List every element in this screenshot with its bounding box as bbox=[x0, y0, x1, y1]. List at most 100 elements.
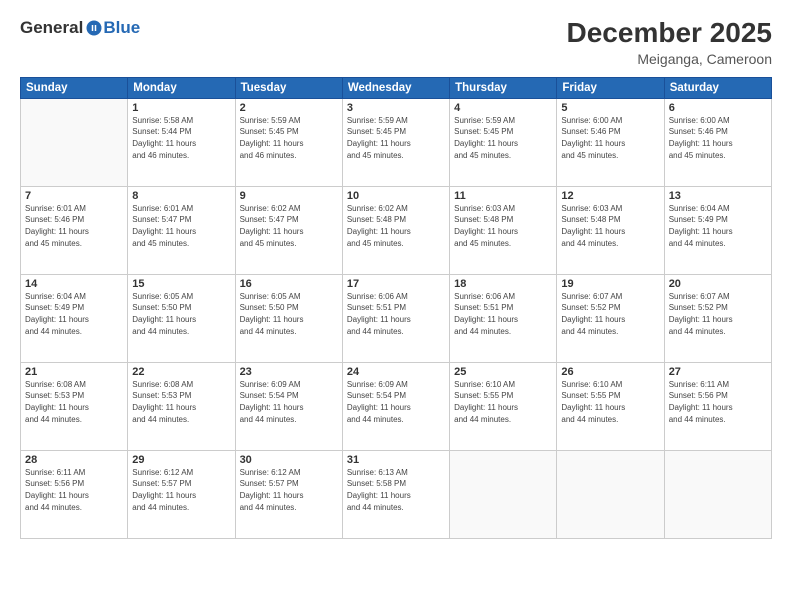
day-number: 23 bbox=[240, 366, 338, 378]
day-cell: 3Sunrise: 5:59 AMSunset: 5:45 PMDaylight… bbox=[342, 98, 449, 186]
day-number: 15 bbox=[132, 278, 230, 290]
day-number: 18 bbox=[454, 278, 552, 290]
day-number: 27 bbox=[669, 366, 767, 378]
day-number: 16 bbox=[240, 278, 338, 290]
day-number: 25 bbox=[454, 366, 552, 378]
day-info: Sunrise: 5:58 AMSunset: 5:44 PMDaylight:… bbox=[132, 115, 230, 161]
day-number: 3 bbox=[347, 102, 445, 114]
day-info: Sunrise: 6:00 AMSunset: 5:46 PMDaylight:… bbox=[561, 115, 659, 161]
day-cell: 19Sunrise: 6:07 AMSunset: 5:52 PMDayligh… bbox=[557, 274, 664, 362]
day-number: 12 bbox=[561, 190, 659, 202]
day-info: Sunrise: 6:01 AMSunset: 5:47 PMDaylight:… bbox=[132, 203, 230, 249]
day-cell: 15Sunrise: 6:05 AMSunset: 5:50 PMDayligh… bbox=[128, 274, 235, 362]
day-cell: 4Sunrise: 5:59 AMSunset: 5:45 PMDaylight… bbox=[450, 98, 557, 186]
day-cell: 27Sunrise: 6:11 AMSunset: 5:56 PMDayligh… bbox=[664, 362, 771, 450]
header: General Blue December 2025 Meiganga, Cam… bbox=[20, 18, 772, 67]
logo-general: General bbox=[20, 18, 83, 38]
day-cell: 13Sunrise: 6:04 AMSunset: 5:49 PMDayligh… bbox=[664, 186, 771, 274]
day-info: Sunrise: 6:02 AMSunset: 5:48 PMDaylight:… bbox=[347, 203, 445, 249]
day-info: Sunrise: 6:08 AMSunset: 5:53 PMDaylight:… bbox=[25, 379, 123, 425]
day-number: 14 bbox=[25, 278, 123, 290]
day-cell bbox=[21, 98, 128, 186]
day-cell: 10Sunrise: 6:02 AMSunset: 5:48 PMDayligh… bbox=[342, 186, 449, 274]
weekday-header-row: SundayMondayTuesdayWednesdayThursdayFrid… bbox=[21, 77, 772, 98]
week-row-4: 21Sunrise: 6:08 AMSunset: 5:53 PMDayligh… bbox=[21, 362, 772, 450]
day-cell: 1Sunrise: 5:58 AMSunset: 5:44 PMDaylight… bbox=[128, 98, 235, 186]
day-cell: 18Sunrise: 6:06 AMSunset: 5:51 PMDayligh… bbox=[450, 274, 557, 362]
weekday-header-saturday: Saturday bbox=[664, 77, 771, 98]
day-info: Sunrise: 5:59 AMSunset: 5:45 PMDaylight:… bbox=[240, 115, 338, 161]
day-number: 2 bbox=[240, 102, 338, 114]
day-info: Sunrise: 6:11 AMSunset: 5:56 PMDaylight:… bbox=[669, 379, 767, 425]
day-number: 20 bbox=[669, 278, 767, 290]
day-info: Sunrise: 6:12 AMSunset: 5:57 PMDaylight:… bbox=[240, 467, 338, 513]
day-info: Sunrise: 6:05 AMSunset: 5:50 PMDaylight:… bbox=[240, 291, 338, 337]
weekday-header-friday: Friday bbox=[557, 77, 664, 98]
weekday-header-tuesday: Tuesday bbox=[235, 77, 342, 98]
day-cell: 20Sunrise: 6:07 AMSunset: 5:52 PMDayligh… bbox=[664, 274, 771, 362]
day-number: 29 bbox=[132, 454, 230, 466]
day-info: Sunrise: 6:01 AMSunset: 5:46 PMDaylight:… bbox=[25, 203, 123, 249]
day-info: Sunrise: 6:13 AMSunset: 5:58 PMDaylight:… bbox=[347, 467, 445, 513]
logo-icon bbox=[85, 19, 103, 37]
day-info: Sunrise: 6:12 AMSunset: 5:57 PMDaylight:… bbox=[132, 467, 230, 513]
day-info: Sunrise: 6:02 AMSunset: 5:47 PMDaylight:… bbox=[240, 203, 338, 249]
day-cell: 16Sunrise: 6:05 AMSunset: 5:50 PMDayligh… bbox=[235, 274, 342, 362]
day-number: 31 bbox=[347, 454, 445, 466]
day-number: 19 bbox=[561, 278, 659, 290]
day-cell: 6Sunrise: 6:00 AMSunset: 5:46 PMDaylight… bbox=[664, 98, 771, 186]
day-number: 21 bbox=[25, 366, 123, 378]
day-number: 30 bbox=[240, 454, 338, 466]
day-cell bbox=[664, 450, 771, 538]
day-cell: 26Sunrise: 6:10 AMSunset: 5:55 PMDayligh… bbox=[557, 362, 664, 450]
day-number: 7 bbox=[25, 190, 123, 202]
day-info: Sunrise: 6:03 AMSunset: 5:48 PMDaylight:… bbox=[454, 203, 552, 249]
day-info: Sunrise: 5:59 AMSunset: 5:45 PMDaylight:… bbox=[347, 115, 445, 161]
day-cell: 8Sunrise: 6:01 AMSunset: 5:47 PMDaylight… bbox=[128, 186, 235, 274]
day-cell: 29Sunrise: 6:12 AMSunset: 5:57 PMDayligh… bbox=[128, 450, 235, 538]
day-info: Sunrise: 6:04 AMSunset: 5:49 PMDaylight:… bbox=[25, 291, 123, 337]
weekday-header-monday: Monday bbox=[128, 77, 235, 98]
day-info: Sunrise: 6:06 AMSunset: 5:51 PMDaylight:… bbox=[454, 291, 552, 337]
week-row-2: 7Sunrise: 6:01 AMSunset: 5:46 PMDaylight… bbox=[21, 186, 772, 274]
day-cell: 7Sunrise: 6:01 AMSunset: 5:46 PMDaylight… bbox=[21, 186, 128, 274]
day-cell: 14Sunrise: 6:04 AMSunset: 5:49 PMDayligh… bbox=[21, 274, 128, 362]
day-info: Sunrise: 6:11 AMSunset: 5:56 PMDaylight:… bbox=[25, 467, 123, 513]
day-cell: 11Sunrise: 6:03 AMSunset: 5:48 PMDayligh… bbox=[450, 186, 557, 274]
day-number: 4 bbox=[454, 102, 552, 114]
day-number: 9 bbox=[240, 190, 338, 202]
day-number: 17 bbox=[347, 278, 445, 290]
day-info: Sunrise: 5:59 AMSunset: 5:45 PMDaylight:… bbox=[454, 115, 552, 161]
day-info: Sunrise: 6:10 AMSunset: 5:55 PMDaylight:… bbox=[454, 379, 552, 425]
week-row-1: 1Sunrise: 5:58 AMSunset: 5:44 PMDaylight… bbox=[21, 98, 772, 186]
day-info: Sunrise: 6:00 AMSunset: 5:46 PMDaylight:… bbox=[669, 115, 767, 161]
day-cell: 21Sunrise: 6:08 AMSunset: 5:53 PMDayligh… bbox=[21, 362, 128, 450]
day-info: Sunrise: 6:03 AMSunset: 5:48 PMDaylight:… bbox=[561, 203, 659, 249]
day-info: Sunrise: 6:06 AMSunset: 5:51 PMDaylight:… bbox=[347, 291, 445, 337]
day-cell: 22Sunrise: 6:08 AMSunset: 5:53 PMDayligh… bbox=[128, 362, 235, 450]
day-info: Sunrise: 6:07 AMSunset: 5:52 PMDaylight:… bbox=[561, 291, 659, 337]
day-cell: 2Sunrise: 5:59 AMSunset: 5:45 PMDaylight… bbox=[235, 98, 342, 186]
day-cell: 31Sunrise: 6:13 AMSunset: 5:58 PMDayligh… bbox=[342, 450, 449, 538]
day-number: 22 bbox=[132, 366, 230, 378]
location: Meiganga, Cameroon bbox=[567, 51, 772, 67]
day-cell: 30Sunrise: 6:12 AMSunset: 5:57 PMDayligh… bbox=[235, 450, 342, 538]
calendar: SundayMondayTuesdayWednesdayThursdayFrid… bbox=[20, 77, 772, 539]
logo-blue: Blue bbox=[103, 18, 140, 38]
title-block: December 2025 Meiganga, Cameroon bbox=[567, 18, 772, 67]
weekday-header-thursday: Thursday bbox=[450, 77, 557, 98]
day-cell: 24Sunrise: 6:09 AMSunset: 5:54 PMDayligh… bbox=[342, 362, 449, 450]
day-number: 28 bbox=[25, 454, 123, 466]
day-number: 26 bbox=[561, 366, 659, 378]
day-cell: 23Sunrise: 6:09 AMSunset: 5:54 PMDayligh… bbox=[235, 362, 342, 450]
weekday-header-sunday: Sunday bbox=[21, 77, 128, 98]
day-info: Sunrise: 6:09 AMSunset: 5:54 PMDaylight:… bbox=[240, 379, 338, 425]
day-cell: 17Sunrise: 6:06 AMSunset: 5:51 PMDayligh… bbox=[342, 274, 449, 362]
day-cell: 28Sunrise: 6:11 AMSunset: 5:56 PMDayligh… bbox=[21, 450, 128, 538]
day-cell: 25Sunrise: 6:10 AMSunset: 5:55 PMDayligh… bbox=[450, 362, 557, 450]
day-number: 8 bbox=[132, 190, 230, 202]
day-number: 10 bbox=[347, 190, 445, 202]
logo: General Blue bbox=[20, 18, 140, 38]
day-info: Sunrise: 6:07 AMSunset: 5:52 PMDaylight:… bbox=[669, 291, 767, 337]
week-row-5: 28Sunrise: 6:11 AMSunset: 5:56 PMDayligh… bbox=[21, 450, 772, 538]
